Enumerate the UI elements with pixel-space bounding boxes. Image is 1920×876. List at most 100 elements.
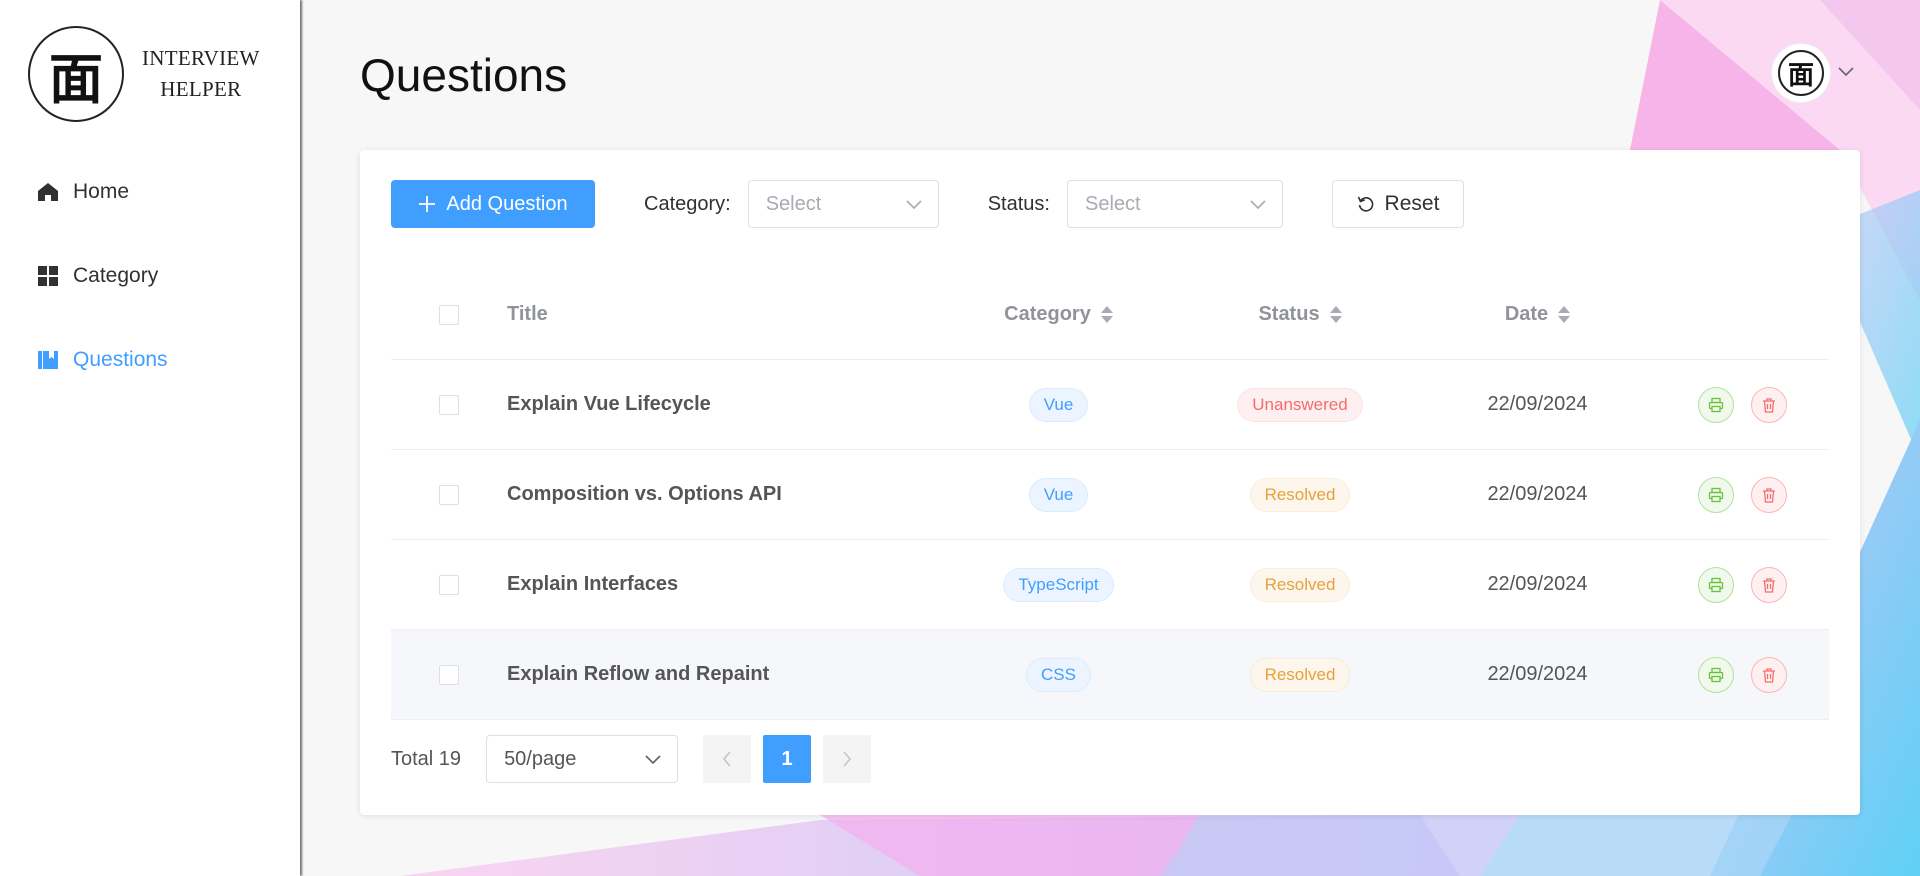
column-header-category[interactable]: Category xyxy=(1004,303,1113,326)
column-header-date[interactable]: Date xyxy=(1504,303,1571,326)
sidebar: 面 INTERVIEW HELPER Home Category Questio… xyxy=(0,0,300,876)
category-tag: CSS xyxy=(1026,657,1091,692)
plus-icon xyxy=(418,191,436,217)
row-checkbox[interactable] xyxy=(439,574,459,595)
select-all-checkbox[interactable] xyxy=(439,304,459,325)
row-date: 22/09/2024 xyxy=(1487,573,1588,595)
category-filter-label: Category: xyxy=(644,192,731,215)
add-question-button[interactable]: Add Question xyxy=(391,180,595,228)
table-row[interactable]: Explain Reflow and Repaint CSS Resolved … xyxy=(391,630,1829,720)
sort-icon[interactable] xyxy=(1558,306,1571,323)
toolbar: Add Question Category: Select Status: Se… xyxy=(391,180,1464,228)
sidebar-item-questions[interactable]: Questions xyxy=(0,318,300,402)
chevron-down-icon xyxy=(1250,193,1266,216)
sidebar-item-label: Questions xyxy=(73,348,168,371)
table-header: Title Category Status Date xyxy=(391,270,1829,360)
print-button[interactable] xyxy=(1697,476,1734,513)
questions-table: Title Category Status Date Explain Vue L… xyxy=(391,270,1829,720)
delete-button[interactable] xyxy=(1750,656,1787,693)
avatar-emblem: 面 xyxy=(1778,50,1824,96)
logo-emblem: 面 xyxy=(28,26,124,122)
status-badge: Resolved xyxy=(1249,567,1351,602)
printer-icon xyxy=(1708,667,1723,682)
delete-button[interactable] xyxy=(1750,476,1787,513)
pagination: Total 19 50/page 1 xyxy=(391,735,872,783)
row-date: 22/09/2024 xyxy=(1487,393,1588,415)
row-title: Explain Vue Lifecycle xyxy=(507,393,711,415)
row-date: 22/09/2024 xyxy=(1487,663,1588,685)
refresh-icon xyxy=(1357,195,1375,213)
row-date: 22/09/2024 xyxy=(1487,483,1588,505)
table-row[interactable]: Composition vs. Options API Vue Resolved… xyxy=(391,450,1829,540)
category-select[interactable]: Select xyxy=(747,180,939,228)
row-title: Explain Reflow and Repaint xyxy=(507,663,770,685)
page-title: Questions xyxy=(360,49,568,101)
grid-icon xyxy=(37,265,59,287)
page-number-button[interactable]: 1 xyxy=(763,735,812,783)
print-button[interactable] xyxy=(1697,656,1734,693)
sidebar-item-label: Home xyxy=(73,180,130,203)
status-badge: Unanswered xyxy=(1237,387,1363,422)
category-select-placeholder: Select xyxy=(765,192,822,215)
row-title: Composition vs. Options API xyxy=(507,483,782,505)
sidebar-nav: Home Category Questions xyxy=(0,150,300,402)
reset-label: Reset xyxy=(1384,192,1440,215)
printer-icon xyxy=(1708,577,1723,592)
book-icon xyxy=(37,349,59,371)
column-header-category-label: Category xyxy=(1004,303,1091,325)
chevron-down-icon xyxy=(906,193,922,216)
reset-button[interactable]: Reset xyxy=(1331,180,1464,228)
trash-icon xyxy=(1762,397,1775,413)
logo-text: INTERVIEW HELPER xyxy=(142,43,260,105)
category-tag: TypeScript xyxy=(1003,567,1114,602)
app-logo[interactable]: 面 INTERVIEW HELPER xyxy=(28,24,268,124)
avatar[interactable]: 面 xyxy=(1772,44,1830,102)
questions-card: Add Question Category: Select Status: Se… xyxy=(360,150,1860,815)
prev-page-button[interactable] xyxy=(703,735,752,783)
category-tag: Vue xyxy=(1028,387,1089,422)
column-header-title: Title xyxy=(507,303,548,325)
trash-icon xyxy=(1762,577,1775,593)
category-tag: Vue xyxy=(1028,477,1089,512)
row-title: Explain Interfaces xyxy=(507,573,679,595)
column-header-status[interactable]: Status xyxy=(1258,303,1342,326)
chevron-right-icon xyxy=(843,751,852,767)
user-menu[interactable]: 面 xyxy=(1772,44,1854,102)
logo-line-1: INTERVIEW xyxy=(142,46,260,70)
status-select[interactable]: Select xyxy=(1066,180,1283,228)
page-size-value: 50/page xyxy=(504,747,577,770)
status-badge: Resolved xyxy=(1249,477,1351,512)
sidebar-item-category[interactable]: Category xyxy=(0,234,300,318)
total-count: Total 19 xyxy=(391,747,462,770)
status-select-placeholder: Select xyxy=(1084,192,1141,215)
page-size-select[interactable]: 50/page xyxy=(486,735,679,783)
column-header-status-label: Status xyxy=(1258,303,1320,325)
chevron-left-icon xyxy=(723,751,731,767)
sort-icon[interactable] xyxy=(1329,306,1342,323)
print-button[interactable] xyxy=(1697,386,1734,423)
column-header-date-label: Date xyxy=(1504,303,1549,325)
sidebar-item-home[interactable]: Home xyxy=(0,150,300,234)
delete-button[interactable] xyxy=(1750,566,1787,603)
printer-icon xyxy=(1708,487,1723,502)
sort-icon[interactable] xyxy=(1100,306,1113,323)
table-row[interactable]: Explain Interfaces TypeScript Resolved 2… xyxy=(391,540,1829,630)
chevron-down-icon[interactable] xyxy=(1838,64,1854,82)
row-checkbox[interactable] xyxy=(439,394,459,415)
printer-icon xyxy=(1708,397,1723,412)
status-badge: Resolved xyxy=(1249,657,1351,692)
table-row[interactable]: Explain Vue Lifecycle Vue Unanswered 22/… xyxy=(391,360,1829,450)
home-icon xyxy=(37,181,59,203)
next-page-button[interactable] xyxy=(823,735,872,783)
delete-button[interactable] xyxy=(1750,386,1787,423)
row-checkbox[interactable] xyxy=(439,484,459,505)
sidebar-item-label: Category xyxy=(73,264,159,287)
print-button[interactable] xyxy=(1697,566,1734,603)
chevron-down-icon xyxy=(645,748,661,771)
row-checkbox[interactable] xyxy=(439,664,459,685)
trash-icon xyxy=(1762,487,1775,503)
add-question-label: Add Question xyxy=(446,192,568,215)
status-filter-label: Status: xyxy=(987,192,1050,215)
trash-icon xyxy=(1762,667,1775,683)
logo-line-2: HELPER xyxy=(160,77,242,101)
